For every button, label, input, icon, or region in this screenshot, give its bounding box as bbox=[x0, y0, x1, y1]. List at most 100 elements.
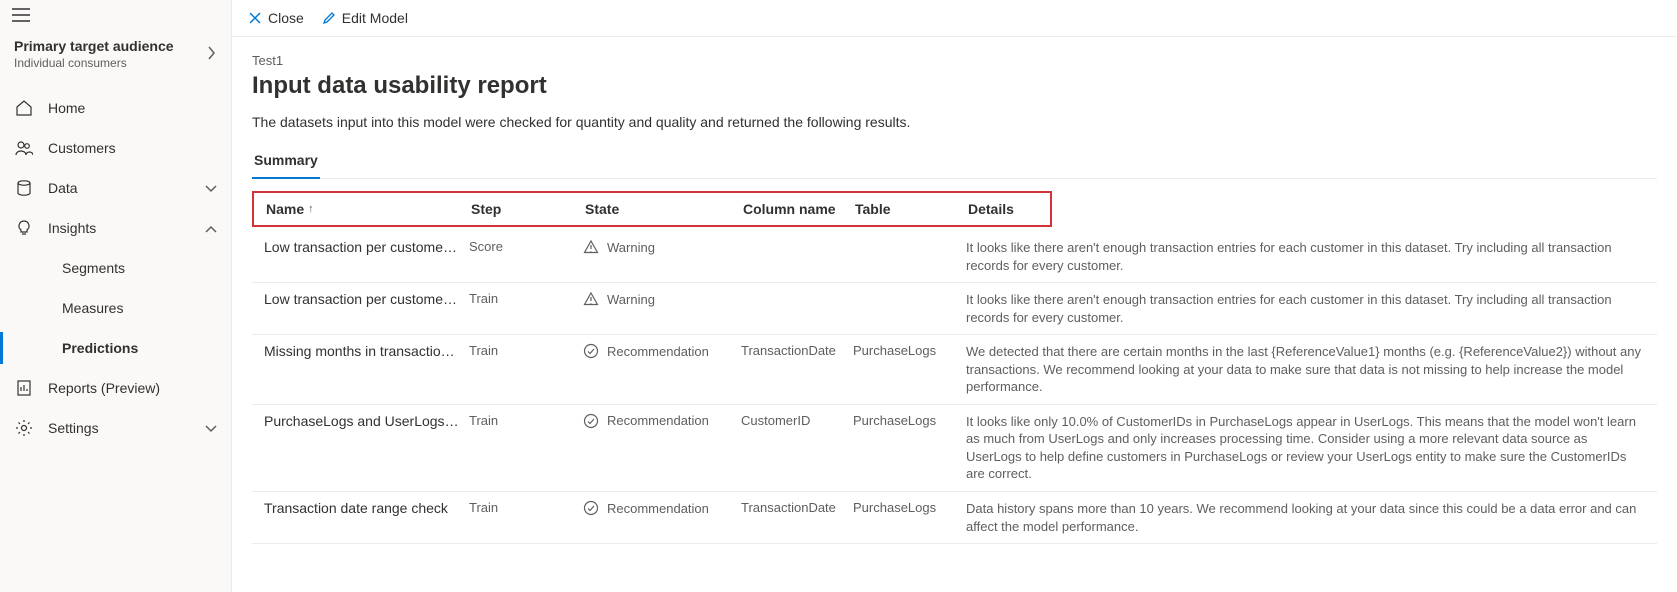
col-header-state[interactable]: State bbox=[585, 201, 743, 217]
cell-name: PurchaseLogs and UserLogs cus... bbox=[264, 413, 469, 429]
recommendation-icon bbox=[583, 500, 599, 516]
cell-table: PurchaseLogs bbox=[853, 500, 966, 515]
cell-step: Score bbox=[469, 239, 583, 254]
cell-details: It looks like there aren't enough transa… bbox=[966, 291, 1645, 326]
nav-home[interactable]: Home bbox=[0, 88, 231, 128]
table-row[interactable]: Low transaction per customer (s...Train W… bbox=[252, 283, 1657, 335]
cell-column: TransactionDate bbox=[741, 343, 853, 358]
table-row[interactable]: Transaction date range checkTrain Recomme… bbox=[252, 492, 1657, 544]
hamburger-icon bbox=[12, 8, 30, 22]
tab-summary[interactable]: Summary bbox=[252, 144, 320, 178]
chevron-up-icon bbox=[205, 220, 217, 236]
nav-label: Home bbox=[48, 100, 217, 116]
audience-title: Primary target audience bbox=[14, 38, 174, 54]
audience-subtitle: Individual consumers bbox=[14, 56, 174, 70]
col-header-step[interactable]: Step bbox=[471, 201, 585, 217]
edit-model-button[interactable]: Edit Model bbox=[322, 10, 408, 26]
nav-list: Home Customers Data Insights Segments Me… bbox=[0, 88, 231, 448]
table-row[interactable]: Missing months in transactions ...Train R… bbox=[252, 335, 1657, 405]
col-header-column[interactable]: Column name bbox=[743, 201, 855, 217]
table-row[interactable]: Low transaction per customer (s...Score W… bbox=[252, 231, 1657, 283]
cell-step: Train bbox=[469, 413, 583, 428]
edit-label: Edit Model bbox=[342, 10, 408, 26]
cell-name: Low transaction per customer (s... bbox=[264, 239, 469, 255]
cell-state-label: Recommendation bbox=[607, 344, 709, 359]
edit-icon bbox=[322, 11, 336, 25]
cell-details: It looks like only 10.0% of CustomerIDs … bbox=[966, 413, 1645, 483]
cell-name: Missing months in transactions ... bbox=[264, 343, 469, 359]
nav-label: Measures bbox=[62, 300, 217, 316]
nav-reports[interactable]: Reports (Preview) bbox=[0, 368, 231, 408]
cell-step: Train bbox=[469, 291, 583, 306]
nav-label: Customers bbox=[48, 140, 217, 156]
nav-label: Settings bbox=[48, 420, 205, 436]
close-label: Close bbox=[268, 10, 304, 26]
cell-state-label: Recommendation bbox=[607, 501, 709, 516]
gear-icon bbox=[14, 418, 34, 438]
col-header-name[interactable]: Name ↑ bbox=[266, 201, 471, 217]
data-icon bbox=[14, 178, 34, 198]
warning-icon bbox=[583, 291, 599, 307]
table-row[interactable]: PurchaseLogs and UserLogs cus...Train Rec… bbox=[252, 405, 1657, 492]
grid-header-row: Name ↑ Step State Column name Table Deta… bbox=[252, 191, 1052, 227]
cell-state: Recommendation bbox=[583, 500, 741, 516]
cell-details: It looks like there aren't enough transa… bbox=[966, 239, 1645, 274]
cell-column: TransactionDate bbox=[741, 500, 853, 515]
tab-strip: Summary bbox=[252, 144, 1657, 179]
hamburger-button[interactable] bbox=[0, 0, 231, 28]
nav-label: Data bbox=[48, 180, 205, 196]
cell-name: Transaction date range check bbox=[264, 500, 469, 516]
cell-details: We detected that there are certain month… bbox=[966, 343, 1645, 396]
cell-state-label: Recommendation bbox=[607, 413, 709, 428]
cell-state: Recommendation bbox=[583, 413, 741, 429]
home-icon bbox=[14, 98, 34, 118]
nav-settings[interactable]: Settings bbox=[0, 408, 231, 448]
cell-state-label: Warning bbox=[607, 292, 655, 307]
nav-label: Predictions bbox=[62, 340, 217, 356]
page-description: The datasets input into this model were … bbox=[252, 114, 1657, 130]
breadcrumb: Test1 bbox=[252, 53, 1657, 68]
chevron-right-icon bbox=[207, 46, 217, 63]
cell-state: Recommendation bbox=[583, 343, 741, 359]
cell-step: Train bbox=[469, 343, 583, 358]
nav-label: Segments bbox=[62, 260, 217, 276]
cell-details: Data history spans more than 10 years. W… bbox=[966, 500, 1645, 535]
cell-table: PurchaseLogs bbox=[853, 413, 966, 428]
results-grid: Name ↑ Step State Column name Table Deta… bbox=[252, 191, 1657, 544]
cell-name: Low transaction per customer (s... bbox=[264, 291, 469, 307]
lightbulb-icon bbox=[14, 218, 34, 238]
sort-asc-icon: ↑ bbox=[308, 203, 314, 215]
chevron-down-icon bbox=[205, 420, 217, 436]
recommendation-icon bbox=[583, 413, 599, 429]
page-title: Input data usability report bbox=[252, 72, 1657, 100]
close-button[interactable]: Close bbox=[248, 10, 304, 26]
main-content: Close Edit Model Test1 Input data usabil… bbox=[232, 0, 1677, 592]
grid-body: Low transaction per customer (s...ScoreW… bbox=[252, 231, 1657, 544]
command-bar: Close Edit Model bbox=[232, 0, 1677, 37]
nav-measures[interactable]: Measures bbox=[0, 288, 231, 328]
warning-icon bbox=[583, 239, 599, 255]
nav-label: Reports (Preview) bbox=[48, 380, 217, 396]
nav-insights[interactable]: Insights bbox=[0, 208, 231, 248]
nav-segments[interactable]: Segments bbox=[0, 248, 231, 288]
nav-label: Insights bbox=[48, 220, 205, 236]
col-header-name-label: Name bbox=[266, 201, 304, 217]
close-icon bbox=[248, 11, 262, 25]
report-icon bbox=[14, 378, 34, 398]
chevron-down-icon bbox=[205, 180, 217, 196]
nav-predictions[interactable]: Predictions bbox=[0, 328, 231, 368]
nav-customers[interactable]: Customers bbox=[0, 128, 231, 168]
sidebar: Primary target audience Individual consu… bbox=[0, 0, 232, 592]
cell-table: PurchaseLogs bbox=[853, 343, 966, 358]
recommendation-icon bbox=[583, 343, 599, 359]
audience-switcher[interactable]: Primary target audience Individual consu… bbox=[0, 28, 231, 84]
cell-column: CustomerID bbox=[741, 413, 853, 428]
col-header-details[interactable]: Details bbox=[968, 201, 1028, 217]
nav-data[interactable]: Data bbox=[0, 168, 231, 208]
col-header-table[interactable]: Table bbox=[855, 201, 968, 217]
people-icon bbox=[14, 138, 34, 158]
cell-state: Warning bbox=[583, 291, 741, 307]
cell-state: Warning bbox=[583, 239, 741, 255]
cell-step: Train bbox=[469, 500, 583, 515]
cell-state-label: Warning bbox=[607, 240, 655, 255]
